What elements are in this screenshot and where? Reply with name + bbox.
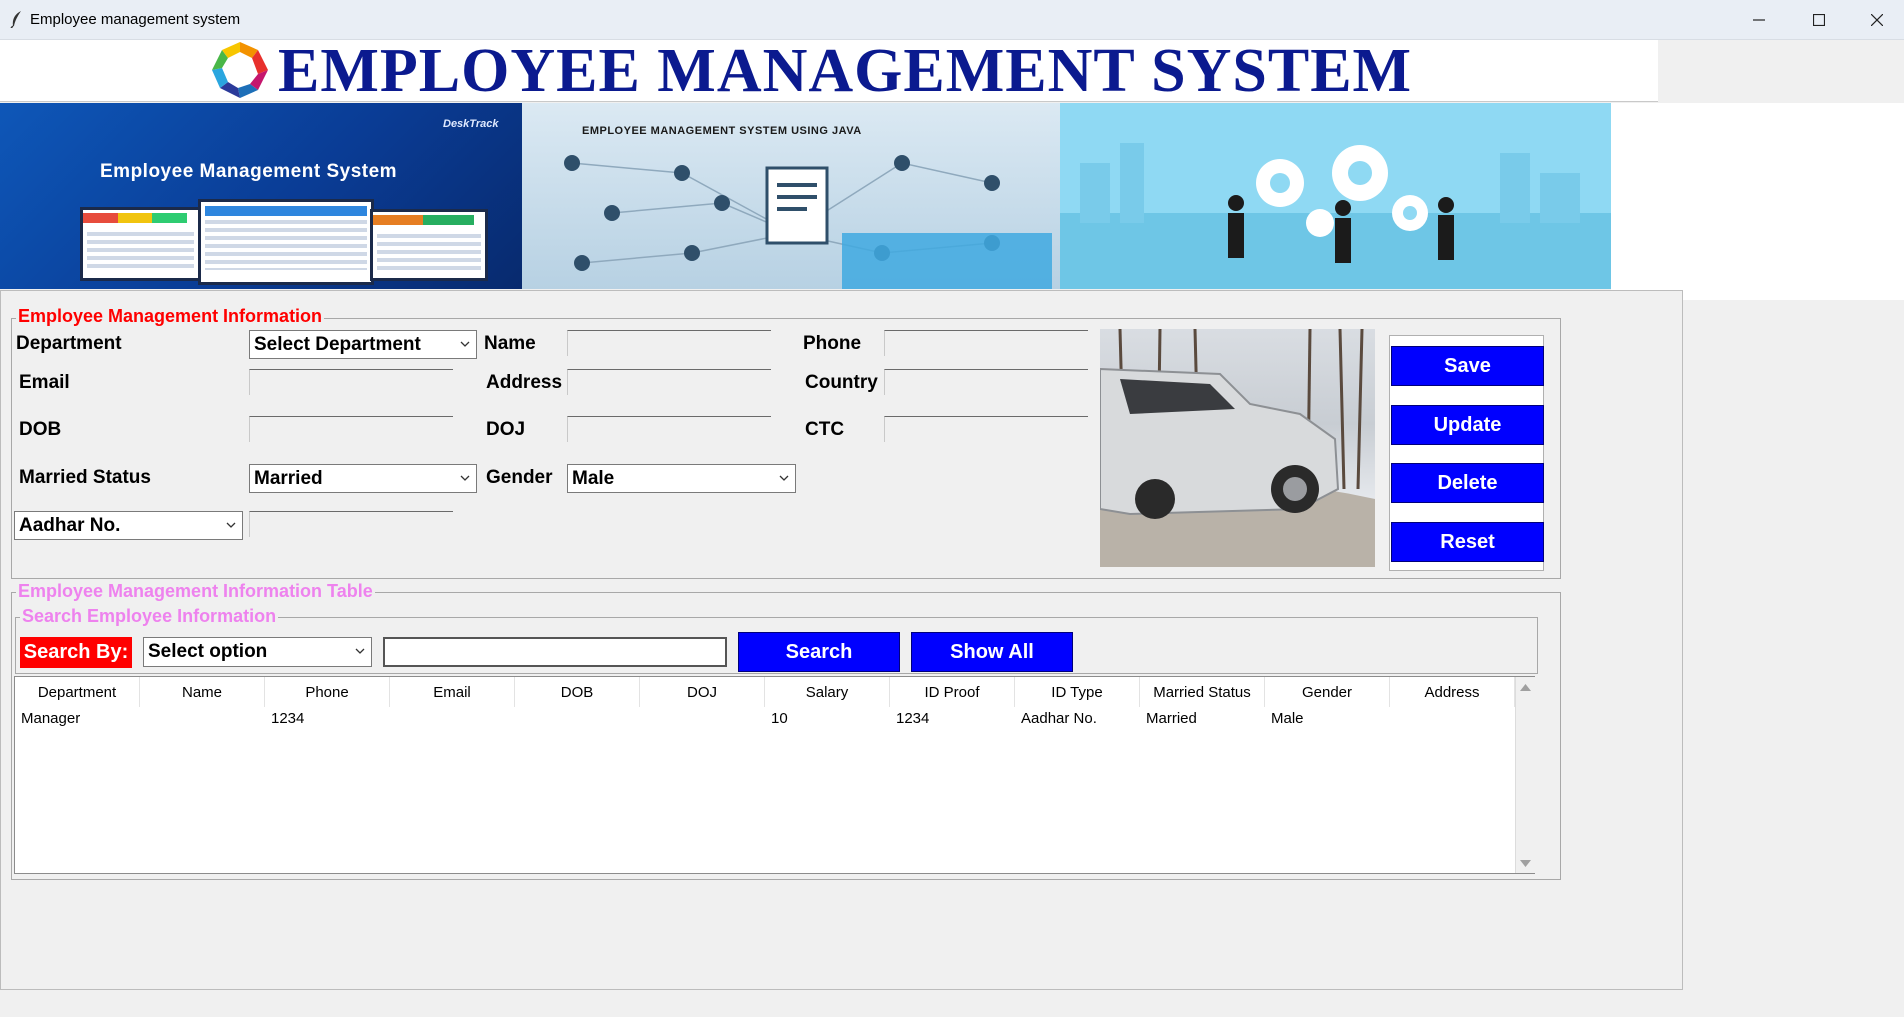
chevron-down-icon [779,475,789,481]
update-button[interactable]: Update [1391,405,1544,445]
team-gears-illustration-icon [1060,143,1611,289]
monitor-illustration [370,209,488,281]
table-cell: Aadhar No. [1021,710,1097,727]
table-cell: 1234 [271,710,305,727]
married-status-label: Married Status [19,467,151,488]
table-cell [515,710,640,732]
phone-label: Phone [803,333,862,354]
table-cell: Married [1146,710,1197,727]
table-cell [390,710,515,732]
table-cell: Male [1271,710,1304,727]
maximize-icon [1813,13,1825,26]
search-button[interactable]: Search [738,632,900,672]
monitor-illustration [80,207,201,281]
table-frame-legend: Employee Management Information Table [16,581,375,602]
chevron-down-icon [355,648,365,654]
banner-brand: DeskTrack [443,118,499,130]
department-label: Department [16,333,122,354]
gender-label: Gender [486,467,553,488]
search-frame-legend: Search Employee Information [20,606,279,627]
ctc-field[interactable] [884,416,1088,442]
table-cell [640,710,765,732]
doj-label: DOJ [486,419,526,440]
gender-select[interactable]: Male [567,464,796,493]
chevron-down-icon [460,341,470,347]
dob-label: DOB [19,419,62,440]
network-illustration-icon [564,155,1052,289]
married-status-select[interactable]: Married [249,464,477,493]
close-icon [1871,13,1883,26]
email-field[interactable] [249,369,453,395]
address-field[interactable] [567,369,771,395]
window-title-bar: Employee management system [0,0,1904,40]
phone-field[interactable] [884,330,1088,356]
window-title: Employee management system [30,11,241,28]
monitor-illustration [198,199,374,285]
employee-photo[interactable] [1100,329,1375,567]
dob-field[interactable] [249,416,453,442]
employee-table[interactable]: Department Name Phone Email DOB DOJ Salary ID P… [14,676,1535,874]
reset-button[interactable]: Reset [1391,522,1544,562]
name-label: Name [484,333,536,354]
chevron-down-icon [226,522,236,528]
department-select[interactable]: Select Department [249,330,477,359]
maximize-button[interactable] [1790,0,1848,39]
ctc-label: CTC [805,419,845,440]
table-cell: 1234 [896,710,930,727]
delete-button[interactable]: Delete [1391,463,1544,503]
company-logo-icon [212,42,268,98]
search-input[interactable] [383,637,727,667]
id-number-field[interactable] [249,511,453,537]
banner-image-network: EMPLOYEE MANAGEMENT SYSTEM USING JAVA [522,103,1060,289]
table-row[interactable]: Manager 1234 10 1234 Aadhar No. Married Male [15,677,1516,733]
name-field[interactable] [567,330,771,356]
id-type-select[interactable]: Aadhar No. [14,511,243,540]
vertical-scrollbar[interactable] [1515,677,1535,873]
table-cell: Manager [21,710,81,727]
email-label: Email [19,372,70,393]
show-all-button[interactable]: Show All [911,632,1073,672]
table-cell [140,710,265,732]
banner-blank-area [1611,103,1904,300]
banner-image-team [1060,103,1611,289]
search-by-label: Search By: [20,637,132,668]
table-cell: 10 [771,710,788,727]
feather-icon [10,11,21,28]
address-label: Address [486,372,563,393]
banner-image-dashboard: DeskTrack Employee Management System [0,103,522,289]
scroll-up-icon[interactable] [1520,683,1531,692]
search-option-select[interactable]: Select option [143,637,372,667]
country-label: Country [805,372,878,393]
close-button[interactable] [1848,0,1904,39]
minimize-icon [1753,18,1765,21]
car-photo-icon [1100,329,1375,567]
scroll-down-icon[interactable] [1520,859,1531,868]
info-frame-legend: Employee Management Information [16,306,325,327]
save-button[interactable]: Save [1391,346,1544,386]
country-field[interactable] [884,369,1088,395]
doj-field[interactable] [567,416,771,442]
minimize-button[interactable] [1730,0,1788,39]
banner-caption: Employee Management System [100,161,398,182]
page-title: EMPLOYEE MANAGEMENT SYSTEM [278,37,1413,105]
chevron-down-icon [460,475,470,481]
table-cell [1390,710,1515,732]
